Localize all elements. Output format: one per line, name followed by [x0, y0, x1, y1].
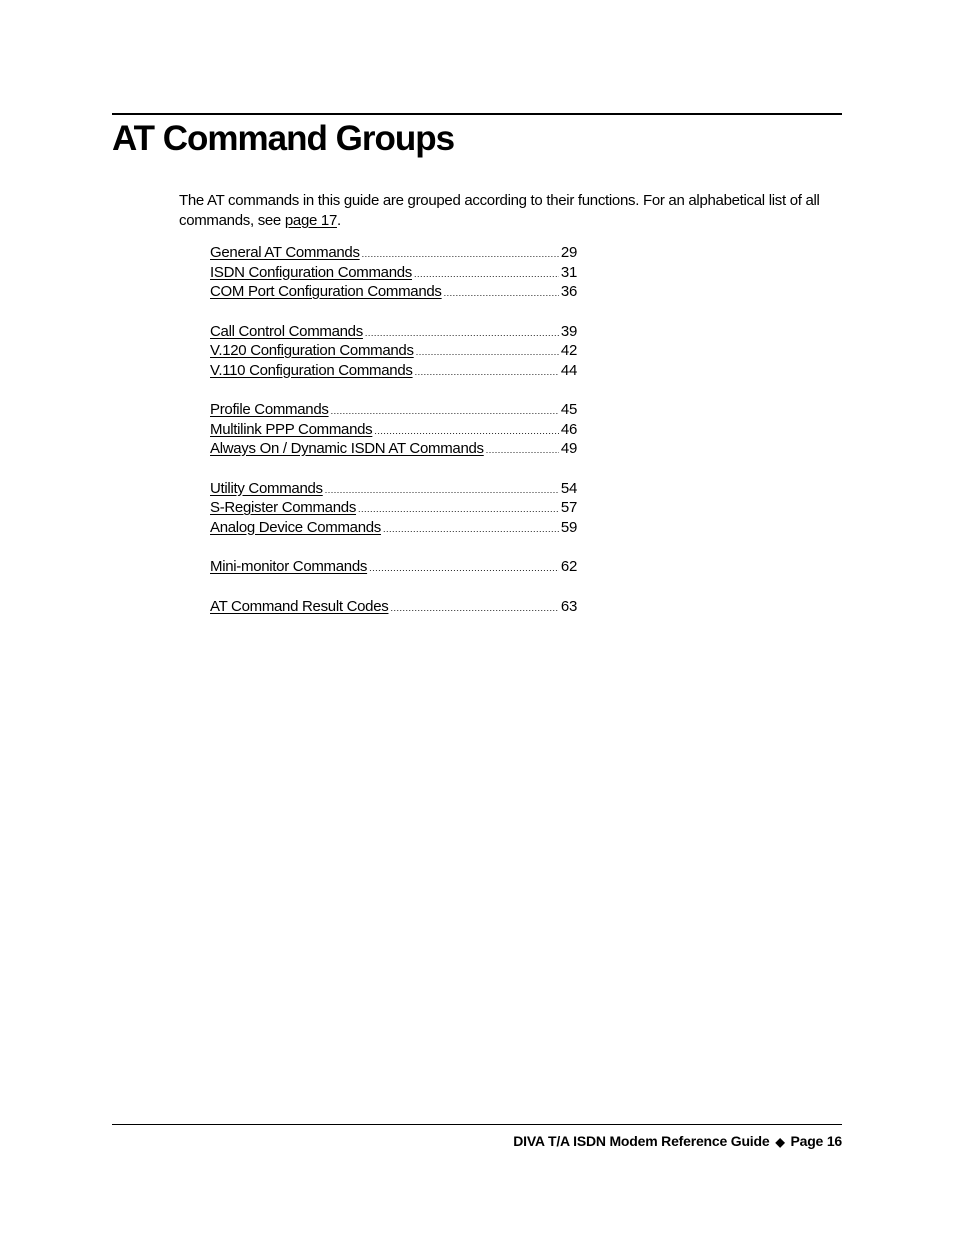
footer-page-number: Page 16: [790, 1133, 842, 1149]
toc-entry: General AT Commands 29: [210, 243, 577, 263]
toc-page-number: 39: [560, 322, 577, 340]
dot-leader: [486, 441, 559, 461]
footer-rule: [112, 1124, 842, 1125]
toc-page-number: 46: [560, 420, 577, 438]
toc-page-number: 63: [560, 597, 577, 615]
toc-link-always-on-dynamic-isdn-at-commands[interactable]: Always On / Dynamic ISDN AT Commands: [210, 439, 484, 459]
toc-page-number: 29: [560, 244, 577, 261]
command-groups-toc: General AT Commands 29 ISDN Configuratio…: [210, 243, 577, 616]
toc-group: AT Command Result Codes 63: [210, 597, 577, 617]
page-footer: DIVA T/A ISDN Modem Reference Guide ◆ Page…: [513, 1131, 842, 1152]
footer-doc-title: DIVA T/A ISDN Modem Reference Guide: [513, 1133, 770, 1149]
intro-paragraph: The AT commands in this guide are groupe…: [179, 191, 844, 231]
toc-link-s-register-commands[interactable]: S-Register Commands: [210, 498, 356, 518]
dot-leader: [444, 284, 559, 304]
dot-leader: [416, 343, 559, 363]
toc-entry: AT Command Result Codes 63: [210, 597, 577, 617]
toc-link-general-at-commands[interactable]: General AT Commands: [210, 243, 360, 263]
toc-entry: Analog Device Commands 59: [210, 518, 577, 538]
toc-entry: S-Register Commands 57: [210, 498, 577, 518]
toc-link-v110-configuration-commands[interactable]: V.110 Configuration Commands: [210, 361, 413, 381]
toc-entry: Multilink PPP Commands 46: [210, 420, 577, 440]
toc-page-number: 36: [560, 283, 577, 300]
toc-page-number: 45: [560, 401, 577, 418]
toc-link-com-port-configuration-commands[interactable]: COM Port Configuration Commands: [210, 282, 442, 302]
toc-group: General AT Commands 29 ISDN Configuratio…: [210, 243, 577, 302]
dot-leader: [383, 520, 559, 540]
toc-link-analog-device-commands[interactable]: Analog Device Commands: [210, 518, 381, 538]
toc-link-mini-monitor-commands[interactable]: Mini-monitor Commands: [210, 557, 367, 577]
page-title: AT Command Groups: [112, 119, 455, 158]
toc-entry: Mini-monitor Commands 62: [210, 557, 577, 577]
dot-leader: [325, 481, 559, 501]
dot-leader: [390, 599, 558, 619]
toc-page-number: 42: [560, 342, 577, 359]
toc-group: Utility Commands 54 S-Register Commands …: [210, 479, 577, 538]
toc-group: Mini-monitor Commands 62: [210, 557, 577, 577]
intro-text-end: .: [336, 212, 341, 229]
toc-entry: Profile Commands 45: [210, 400, 577, 420]
toc-link-isdn-configuration-commands[interactable]: ISDN Configuration Commands: [210, 263, 412, 283]
toc-page-number: 31: [560, 263, 577, 281]
toc-entry: COM Port Configuration Commands 36: [210, 282, 577, 302]
toc-page-number: 62: [560, 558, 577, 575]
toc-link-profile-commands[interactable]: Profile Commands: [210, 400, 329, 420]
page-17-link[interactable]: page 17: [285, 212, 337, 229]
toc-page-number: 49: [560, 440, 577, 457]
toc-link-v120-configuration-commands[interactable]: V.120 Configuration Commands: [210, 341, 414, 361]
toc-group: Profile Commands 45 Multilink PPP Comman…: [210, 400, 577, 459]
toc-link-utility-commands[interactable]: Utility Commands: [210, 479, 323, 499]
toc-entry: V.120 Configuration Commands 42: [210, 341, 577, 361]
toc-entry: Utility Commands 54: [210, 479, 577, 499]
toc-entry: Call Control Commands 39: [210, 322, 577, 342]
dot-leader: [358, 500, 559, 520]
dot-leader: [369, 559, 559, 579]
toc-page-number: 54: [560, 479, 577, 497]
title-rule: [112, 113, 842, 115]
toc-group: Call Control Commands 39 V.120 Configura…: [210, 322, 577, 381]
toc-page-number: 59: [560, 518, 577, 536]
toc-entry: ISDN Configuration Commands 31: [210, 263, 577, 283]
toc-entry: Always On / Dynamic ISDN AT Commands 49: [210, 439, 577, 459]
toc-link-at-command-result-codes[interactable]: AT Command Result Codes: [210, 597, 389, 617]
toc-entry: V.110 Configuration Commands 44: [210, 361, 577, 381]
toc-link-multilink-ppp-commands[interactable]: Multilink PPP Commands: [210, 420, 373, 440]
intro-text: The AT commands in this guide are groupe…: [179, 192, 820, 229]
diamond-icon: ◆: [775, 1135, 785, 1149]
toc-page-number: 44: [560, 361, 577, 379]
dot-leader: [415, 363, 559, 383]
toc-page-number: 57: [560, 499, 577, 516]
toc-link-call-control-commands[interactable]: Call Control Commands: [210, 322, 363, 342]
